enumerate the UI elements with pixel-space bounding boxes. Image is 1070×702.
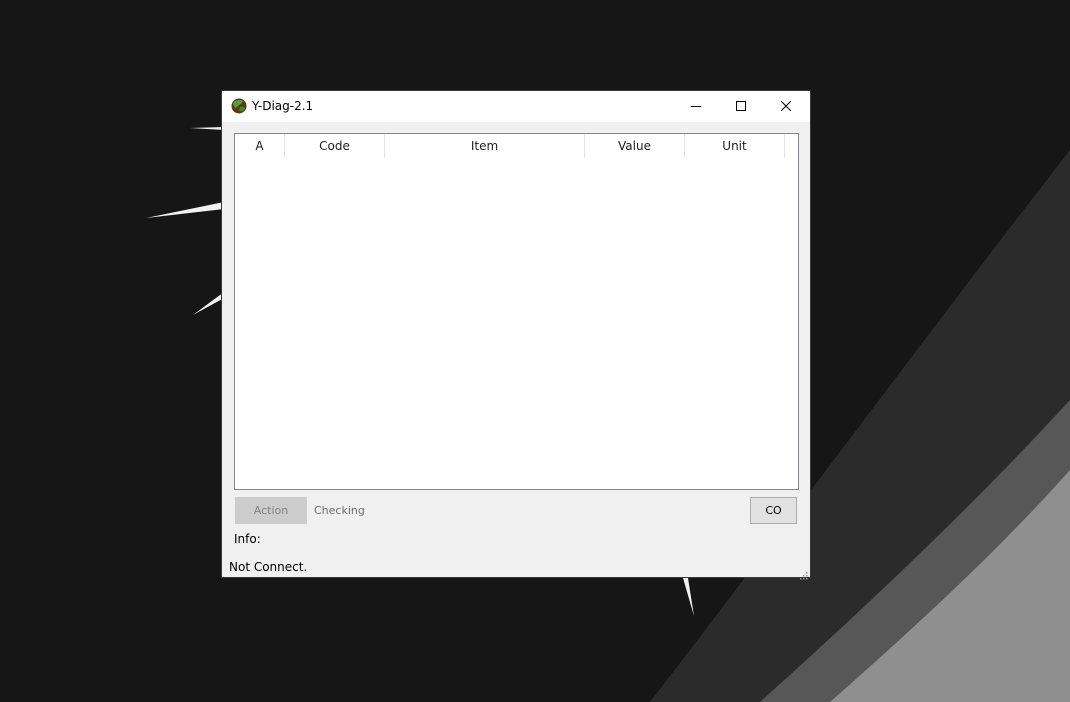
status-bar: Not Connect.: [222, 557, 810, 580]
checking-label: Checking: [314, 504, 365, 517]
co-button[interactable]: CO: [750, 497, 797, 524]
connection-status: Not Connect.: [229, 560, 308, 574]
column-header-a[interactable]: A: [235, 134, 285, 158]
globe-icon: [231, 98, 247, 114]
app-window: Y-Diag-2.1 A Code Item Value Unit Action…: [222, 91, 810, 580]
resize-grip-icon[interactable]: [798, 565, 808, 580]
close-icon: [780, 101, 791, 111]
window-title: Y-Diag-2.1: [252, 99, 314, 113]
maximize-button[interactable]: [718, 91, 763, 121]
maximize-icon: [735, 101, 746, 111]
column-header-item[interactable]: Item: [385, 134, 585, 158]
data-grid[interactable]: A Code Item Value Unit: [234, 133, 799, 490]
column-header-unit[interactable]: Unit: [685, 134, 785, 158]
info-label: Info:: [234, 532, 261, 546]
column-header-value[interactable]: Value: [585, 134, 685, 158]
minimize-icon: [690, 101, 701, 111]
title-bar[interactable]: Y-Diag-2.1: [222, 91, 810, 122]
grid-header: A Code Item Value Unit: [235, 134, 785, 158]
column-header-code[interactable]: Code: [285, 134, 385, 158]
minimize-button[interactable]: [673, 91, 718, 121]
close-button[interactable]: [763, 91, 808, 121]
action-button[interactable]: Action: [235, 497, 307, 524]
